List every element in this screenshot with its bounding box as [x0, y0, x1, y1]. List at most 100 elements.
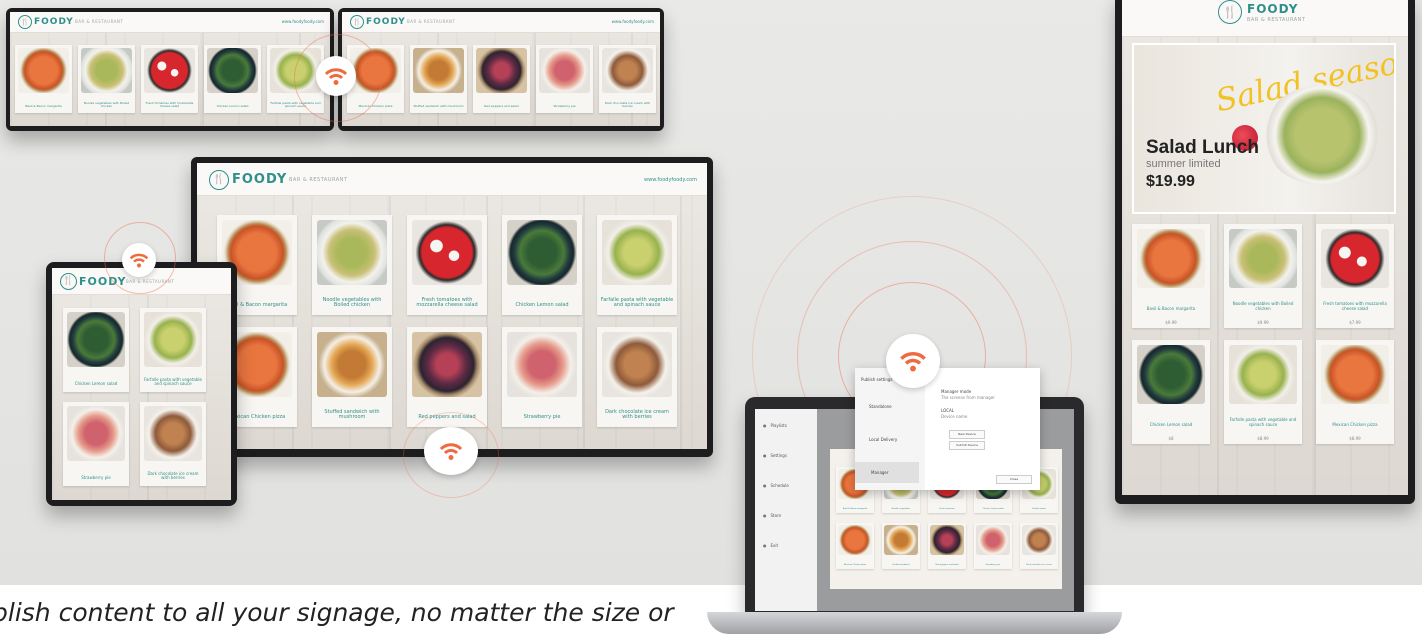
menu-card: Noodle vegetables with Boiled chicken	[312, 215, 392, 315]
brand-url: www.foodyfoody.com	[644, 177, 697, 183]
dish-name: Chicken Lemon salad	[982, 507, 1004, 510]
sidebar-item-exit[interactable]: ● Exit	[755, 543, 817, 548]
dish-price: $8.99	[1257, 435, 1269, 441]
promo-salad-bowl	[1262, 85, 1382, 185]
dish-photo	[601, 332, 673, 397]
dish-name: Farfalle pasta with vegetable and spinac…	[1229, 417, 1297, 427]
sidebar-item-label: Schedule	[770, 483, 789, 488]
sidebar-item-store[interactable]: ● Store	[755, 513, 817, 518]
sidebar-item-settings[interactable]: ● Settings	[755, 453, 817, 458]
dish-name: Fresh tomatoes with mozzarella cheese sa…	[1323, 301, 1387, 311]
sidebar-item-label: Settings	[770, 453, 787, 458]
dish-photo	[1320, 345, 1390, 405]
menu-card: Basil & Bacon margarita	[15, 45, 72, 113]
sidebar-item-label: Exit	[770, 543, 779, 548]
dish-photo	[81, 48, 132, 93]
new-device-button[interactable]: New Device	[949, 430, 985, 439]
dish-name: Basil & Bacon margarita	[25, 104, 62, 109]
dish-price: $7.99	[1349, 319, 1361, 325]
portrait-screen: 🍴 FOODY BAR & RESTAURANT Salad season! S…	[1122, 0, 1408, 495]
dish-photo	[411, 332, 483, 397]
menu-card: Dark chocolate ice cream with berries	[140, 402, 206, 486]
brand-name: FOODY	[34, 17, 74, 27]
dish-name: Stuffed sandwich	[892, 563, 910, 566]
logo-badge: 🍴	[209, 170, 229, 190]
dialog-tab[interactable]: Local Delivery	[869, 437, 897, 442]
promo-banner: Salad season! Salad Lunch summer limited…	[1132, 43, 1396, 214]
submit-device-button[interactable]: Submit Device	[949, 441, 985, 450]
promo-title: Salad Lunch	[1146, 137, 1259, 158]
menu-card: Red peppers and salad	[928, 523, 966, 569]
dish-photo	[539, 48, 590, 93]
close-button[interactable]: Close	[996, 475, 1032, 484]
dish-name: Mexican Chicken pizza	[843, 563, 867, 566]
menu-card: Farfalle pasta with vegetable and spinac…	[1224, 340, 1302, 444]
menu-card: Dark chocolate ice cream with berries	[597, 327, 677, 427]
menu-card: Chicken Lemon salad	[204, 45, 261, 113]
dish-name: Strawberry pie	[985, 563, 1001, 566]
portrait-display: 🍴 FOODY BAR & RESTAURANT Salad season! S…	[1115, 0, 1415, 504]
dish-name: Farfalle pasta	[1032, 507, 1046, 510]
menu-card: Stuffed sandwich with mushroom	[312, 327, 392, 427]
sidebar-item-label: Store	[770, 513, 782, 518]
dish-name: Noodle vegetables with Boiled chicken	[83, 101, 130, 109]
brand-url: www.foodyfoody.com	[611, 19, 654, 24]
menu-card: Farfalle pasta with vegetable and spinac…	[597, 215, 677, 315]
dish-name: Chicken Lemon salad	[216, 104, 249, 109]
dialog-tab[interactable]: Manager	[855, 462, 919, 483]
store-icon: ●	[763, 513, 767, 518]
dish-photo	[1136, 345, 1206, 405]
playlist-icon: ●	[763, 423, 767, 428]
menu-card: Strawberry pie	[502, 327, 582, 427]
dish-name: Chicken Lemon salad	[1149, 421, 1193, 427]
menu-card: Dark chocolate ice cream	[1020, 523, 1058, 569]
logo-badge: 🍴	[1218, 0, 1242, 24]
menu-card: Mexican Chicken pizza $8.99	[1316, 340, 1394, 444]
brand-name: FOODY	[232, 172, 288, 187]
dish-name: Noodle vegetables	[891, 507, 911, 510]
wifi-badge	[316, 56, 356, 96]
wifi-icon	[439, 443, 463, 460]
gear-icon: ●	[763, 453, 767, 458]
dish-photo	[411, 220, 483, 285]
dialog-tab[interactable]: Standalone	[869, 404, 892, 409]
top-right-display: 🍴 FOODY BAR & RESTAURANT www.foodyfoody.…	[338, 8, 664, 131]
header-bar: 🍴 FOODY BAR & RESTAURANT	[1122, 0, 1408, 37]
sidebar-item-playlists[interactable]: ● Playlists	[755, 423, 817, 428]
tablet-display: 🍴 FOODY BAR & RESTAURANT Chicken Lemon s…	[46, 262, 237, 506]
menu-card: Stuffed sandwich with mushroom	[410, 45, 467, 113]
sidebar-item-schedule[interactable]: ● Schedule	[755, 483, 817, 488]
menu-card: Fresh tomatoes with mozzarella cheese sa…	[141, 45, 198, 113]
menu-card: Noodle vegetables with Boiled chicken	[78, 45, 135, 113]
dish-photo	[506, 220, 578, 285]
main-screen: 🍴 FOODY BAR & RESTAURANT www.foodyfoody.…	[197, 163, 707, 449]
dish-name: Dark chocolate ice cream with berries	[147, 470, 199, 481]
menu-card: Chicken Lemon salad	[502, 215, 582, 315]
wifi-badge	[122, 243, 156, 277]
brand-tagline: BAR & RESTAURANT	[289, 177, 348, 183]
brand-name: FOODY	[1247, 2, 1299, 16]
dish-name: Strawberry pie	[81, 475, 111, 481]
dish-photo	[144, 48, 195, 93]
brand-tagline: BAR & RESTAURANT	[1247, 17, 1306, 23]
dish-name: Red peppers and salad	[484, 104, 519, 109]
dish-name: Fresh tomatoes with mozzarella cheese sa…	[416, 296, 478, 309]
dish-name: Red peppers and salad	[935, 563, 959, 566]
dish-price: $8.99	[1349, 435, 1361, 441]
menu-card: Chicken Lemon salad $8	[1132, 340, 1210, 444]
exit-icon: ●	[763, 543, 767, 548]
dish-photo	[143, 406, 203, 461]
dish-photo	[66, 406, 126, 461]
dish-photo	[1228, 345, 1298, 405]
dish-photo	[207, 48, 258, 93]
dish-price: $9.99	[1165, 319, 1177, 325]
dish-name: Stuffed sandwich with mushroom	[413, 104, 464, 109]
menu-card: Red peppers and salad	[473, 45, 530, 113]
dish-name: Dark chocolate ice cream with berries	[604, 101, 651, 109]
tablet-screen: 🍴 FOODY BAR & RESTAURANT Chicken Lemon s…	[52, 268, 231, 500]
dish-photo	[66, 312, 126, 367]
dish-photo	[316, 220, 388, 285]
menu-card: Mexican Chicken pizza	[836, 523, 874, 569]
menu-card: Strawberry pie	[974, 523, 1012, 569]
dish-photo	[1320, 229, 1390, 289]
